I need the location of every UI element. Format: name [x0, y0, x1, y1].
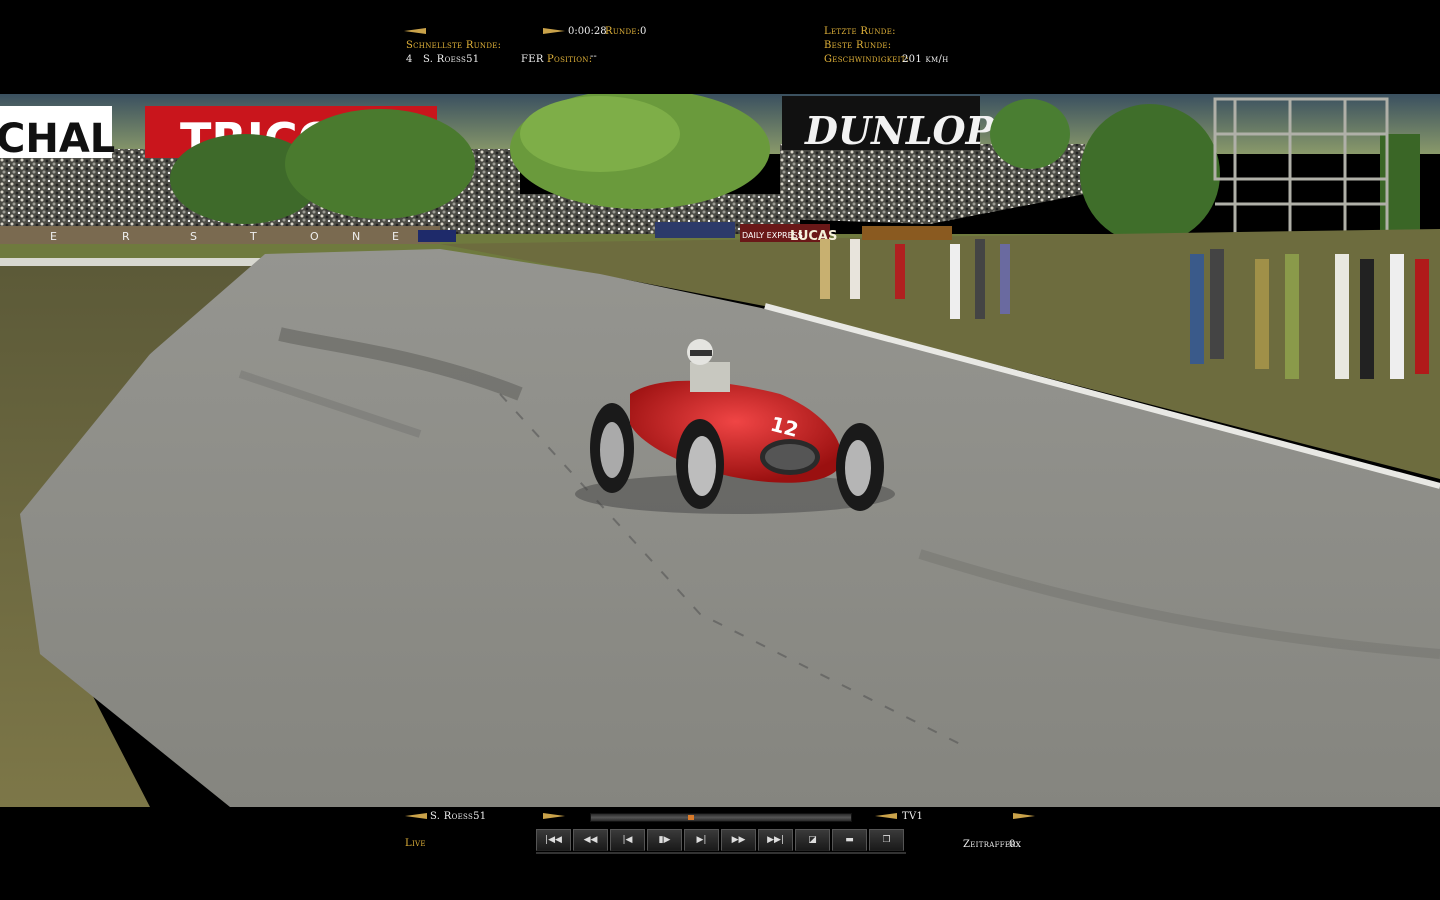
banner-chal: CHAL [0, 106, 115, 162]
fastest-lap-position: 4 [406, 54, 413, 65]
skip-to-end-button[interactable]: ▶▶| [758, 829, 793, 851]
svg-text:T: T [249, 230, 257, 243]
window-button[interactable]: ❐ [869, 829, 904, 851]
session-time: 0:00:28 [568, 26, 607, 37]
last-lap-label: Letzte Runde: [824, 26, 896, 37]
timelapse-value: 0x [1009, 839, 1022, 850]
fastest-lap-team: FER [521, 54, 544, 65]
position-value: -- [590, 51, 597, 62]
live-label[interactable]: Live [405, 838, 426, 850]
camera-mode-button[interactable]: ◪ [795, 829, 830, 851]
focused-driver: S. Roess51 [430, 811, 487, 822]
prev-driver-arrow-icon[interactable] [405, 813, 427, 819]
lap-label: Runde: [605, 26, 641, 37]
svg-text:DAILY EXPRESS: DAILY EXPRESS [742, 231, 803, 240]
step-back-button[interactable]: |◀ [610, 829, 645, 851]
rewind-button[interactable]: ◀◀ [573, 829, 608, 851]
svg-text:N: N [352, 230, 360, 243]
svg-text:O: O [310, 230, 319, 243]
speed-value: 201 km/h [902, 54, 949, 65]
position-label: Position: [547, 54, 593, 65]
svg-text:E: E [50, 230, 57, 243]
fastest-lap-driver: S. Roess51 [423, 54, 480, 65]
svg-text:R: R [122, 230, 130, 243]
banner-dunlop: DUNLOP [782, 96, 996, 153]
skip-to-start-button[interactable]: |◀◀ [536, 829, 571, 851]
prev-arrow-icon[interactable] [404, 28, 426, 34]
replay-progress-bar[interactable] [590, 813, 852, 822]
replay-controls: |◀◀ ◀◀ |◀ ▮▶ ▶| ▶▶ ▶▶| ◪ ▬ ❐ [536, 829, 906, 853]
next-camera-arrow-icon[interactable] [1013, 813, 1035, 819]
svg-text:E: E [392, 230, 399, 243]
best-lap-label: Beste Runde: [824, 40, 892, 51]
svg-text:CHAL: CHAL [0, 116, 115, 162]
fast-forward-button[interactable]: ▶▶ [721, 829, 756, 851]
timelapse-label: Zeitraffer [963, 839, 1016, 850]
top-hud: Schnellste Runde: 4 S. Roess51 FER 0:00:… [0, 0, 1440, 94]
scene-render: CHAL TRICO DUNLOP E R S T O N E [0, 94, 1440, 807]
race-scene: CHAL TRICO DUNLOP E R S T O N E [0, 94, 1440, 807]
step-forward-button[interactable]: ▶| [684, 829, 719, 851]
play-pause-button[interactable]: ▮▶ [647, 829, 682, 851]
marker-button[interactable]: ▬ [832, 829, 867, 851]
replay-progress-knob[interactable] [688, 815, 694, 820]
next-driver-arrow-icon[interactable] [543, 813, 565, 819]
prev-camera-arrow-icon[interactable] [875, 813, 897, 819]
pit-wall [0, 226, 440, 244]
speed-label: Geschwindigkeit: [824, 54, 910, 65]
camera-label: TV1 [902, 811, 924, 822]
lap-value: 0 [640, 26, 647, 37]
svg-text:S: S [190, 230, 197, 243]
svg-text:DUNLOP: DUNLOP [804, 108, 996, 153]
controls-divider [536, 852, 906, 854]
fastest-lap-label: Schnellste Runde: [406, 40, 502, 51]
next-arrow-icon[interactable] [543, 28, 565, 34]
